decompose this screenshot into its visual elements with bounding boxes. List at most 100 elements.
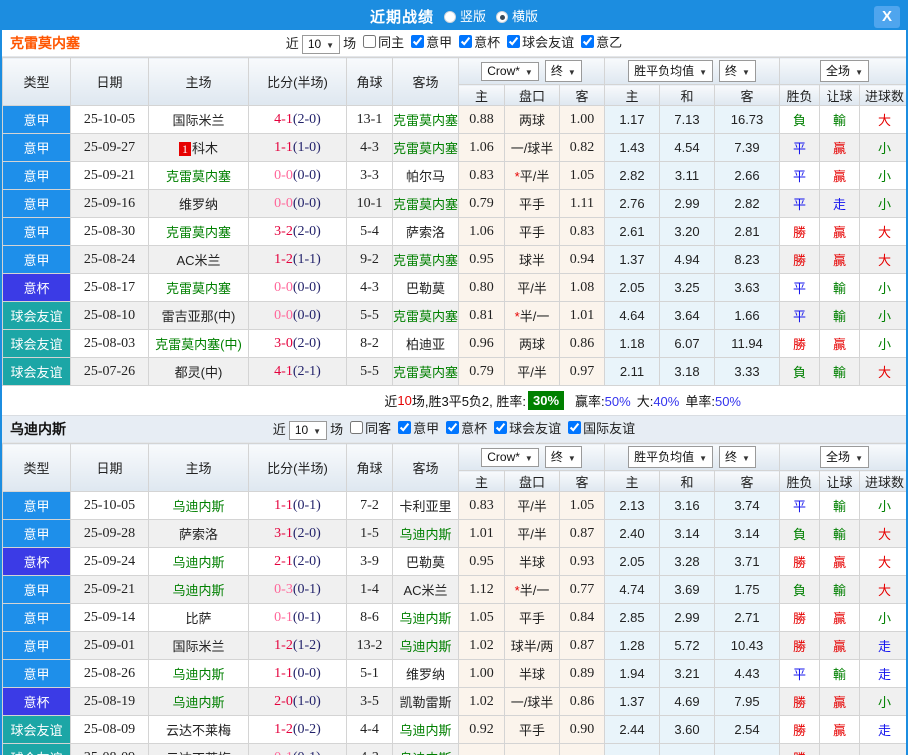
- odds-final-select[interactable]: 终 ▼: [544, 60, 582, 82]
- halftime-score: (2-1): [292, 363, 321, 379]
- handicap-result-cell: 贏: [819, 161, 861, 190]
- handicap-cell: 一/球半: [504, 133, 560, 162]
- away-team-cell-name: 凯勒雷斯: [399, 695, 452, 710]
- league-filter-3-checkbox[interactable]: [581, 35, 595, 48]
- away-team-cell-name: 维罗纳: [405, 667, 445, 682]
- mean-final-select[interactable]: 终 ▼: [719, 446, 756, 468]
- mean-final-select[interactable]: 终 ▼: [719, 60, 756, 82]
- sub-header-8: 进球数: [859, 84, 906, 106]
- handicap-result-cell: 贏: [819, 603, 861, 632]
- home-team-cell-name: 克雷莫内塞: [165, 281, 231, 296]
- summary-record: 场,胜3平5负2, 胜率:: [411, 394, 526, 409]
- result-cell: 負: [779, 357, 821, 386]
- league-filter-3-checkbox[interactable]: [568, 421, 582, 434]
- league-type-badge: 意杯: [2, 547, 71, 576]
- league-filter-1-checkbox[interactable]: [459, 35, 473, 48]
- goals-result-cell-value: 走: [878, 667, 892, 682]
- odds-home-cell: 0.81: [458, 301, 505, 330]
- table-row: 意杯 25-08-17 克雷莫内塞 0-0(0-0) 4-3 巴勒莫 0.80 平/半 1.08…: [2, 273, 906, 302]
- mean-away-cell: 11.94: [713, 329, 781, 358]
- league-filter-2-checkbox[interactable]: [494, 421, 508, 434]
- result-cell-value: 平: [793, 141, 807, 156]
- table-row: 意甲 25-08-26 乌迪内斯 1-1(0-0) 5-1 维罗纳 1.00 半球 0.89 1.…: [2, 659, 906, 688]
- layout-radio-vertical[interactable]: [443, 11, 456, 23]
- odds-final-select[interactable]: 终 ▼: [544, 446, 582, 468]
- fulltime-score: 3-1: [274, 525, 293, 541]
- mean-away-cell: 7.39: [713, 133, 781, 162]
- odds-away-cell: 0.82: [559, 133, 605, 162]
- away-team-cell: 萨索洛: [392, 217, 459, 246]
- same-venue-filter[interactable]: 同客: [350, 418, 391, 437]
- odds-source-select[interactable]: Crow* ▼: [481, 62, 539, 81]
- home-team-cell-name: 都灵(中): [174, 365, 223, 380]
- match-count-select[interactable]: 10 ▼: [288, 421, 328, 440]
- league-filter-0-checkbox[interactable]: [411, 35, 425, 48]
- home-team-cell: 比萨: [148, 603, 249, 632]
- mean-draw-cell: [659, 743, 715, 755]
- handicap-cell: [504, 743, 560, 755]
- close-icon[interactable]: X: [874, 6, 900, 28]
- halftime-score: (0-0): [292, 307, 321, 323]
- odds-away-cell: 1.05: [559, 491, 605, 520]
- goals-result-cell: 小: [859, 687, 906, 716]
- away-team-cell: 柏迪亚: [392, 329, 459, 358]
- odds-home-cell: 0.95: [458, 245, 505, 274]
- league-type-badge: 意甲: [2, 105, 71, 134]
- goals-result-cell: 大: [859, 519, 906, 548]
- sub-header-1: 盘口: [504, 84, 560, 106]
- mean-draw-cell: 3.14: [659, 519, 715, 548]
- odds-home-cell: 1.02: [458, 631, 505, 660]
- league-filter-3[interactable]: 国际友谊: [568, 418, 635, 437]
- fullmatch-select[interactable]: 全场 ▼: [820, 446, 869, 468]
- match-count-select[interactable]: 10 ▼: [301, 35, 341, 54]
- league-filter-2[interactable]: 球会友谊: [494, 418, 561, 437]
- filter-row: 克雷莫内塞 近 10 ▼ 场 同主 意甲 意杯 球会友谊 意乙: [2, 30, 906, 57]
- same-venue-filter-checkbox[interactable]: [350, 421, 364, 434]
- rank-badge: 1: [178, 142, 191, 156]
- odds-source-select[interactable]: Crow* ▼: [481, 448, 539, 467]
- mean-draw-cell: 2.99: [659, 189, 715, 218]
- away-team-cell: 维罗纳: [392, 659, 459, 688]
- layout-radio-horizontal[interactable]: [496, 11, 508, 23]
- table-row: 意甲 25-09-16 维罗纳 0-0(0-0) 10-1 克雷莫内塞 0.79 平手 1.11…: [2, 189, 906, 218]
- sections-container: 克雷莫内塞近 10 ▼ 场同主 意甲 意杯 球会友谊 意乙 类型 日期 主场 比分(半场) 角球 客场 Cr…: [2, 30, 906, 755]
- league-filter-1-checkbox[interactable]: [446, 421, 460, 434]
- fullmatch-select[interactable]: 全场 ▼: [820, 60, 869, 82]
- date-cell: 25-09-27: [70, 133, 149, 162]
- mean-select[interactable]: 胜平负均值 ▼: [628, 446, 713, 468]
- league-filter-2-checkbox[interactable]: [507, 35, 521, 48]
- league-filter-2[interactable]: 球会友谊: [507, 32, 574, 51]
- same-venue-filter[interactable]: 同主: [363, 32, 404, 51]
- same-venue-filter-checkbox[interactable]: [363, 35, 377, 48]
- away-team-cell-name: 克雷莫内塞: [393, 309, 459, 324]
- league-filter-0[interactable]: 意甲: [411, 32, 452, 51]
- table-row: 球会友谊 25-08-10 雷吉亚那(中) 0-0(0-0) 5-5 克雷莫内塞 0.81 *…: [2, 301, 906, 330]
- league-filter-0[interactable]: 意甲: [398, 418, 439, 437]
- sub-header-6: 胜负: [779, 470, 821, 492]
- away-team-cell-name: 乌迪内斯: [399, 751, 451, 755]
- sub-header-2: 客: [559, 84, 605, 106]
- near-label: 近: [285, 36, 299, 51]
- mean-select[interactable]: 胜平负均值 ▼: [628, 60, 713, 82]
- odds-away-cell: [559, 743, 605, 755]
- odds-home-cell: 0.92: [458, 715, 505, 744]
- odds-away-cell: 0.97: [559, 357, 605, 386]
- header-row-groups: 类型 日期 主场 比分(半场) 角球 客场 Crow* ▼ 终 ▼ 胜平负均值 ▼ 终 ▼ 全场 ▼: [2, 443, 906, 492]
- sub-header-1: 盘口: [504, 470, 560, 492]
- league-filter-3[interactable]: 意乙: [581, 32, 622, 51]
- home-team-cell: 维罗纳: [148, 189, 249, 218]
- league-filter-1[interactable]: 意杯: [446, 418, 487, 437]
- odds-away-cell: 1.05: [559, 161, 605, 190]
- handicap-result-cell: 輸: [819, 491, 861, 520]
- handicap-result-cell-value: 輸: [833, 667, 847, 682]
- away-team-cell-name: AC米兰: [403, 583, 448, 598]
- league-filter-1[interactable]: 意杯: [459, 32, 500, 51]
- halftime-score: (2-0): [292, 335, 321, 351]
- away-team-cell: 巴勒莫: [392, 547, 459, 576]
- layout-radio-label: 横版: [512, 9, 539, 24]
- date-cell: 25-09-14: [70, 603, 149, 632]
- date-cell: 25-09-01: [70, 631, 149, 660]
- goals-result-cell: 小: [859, 133, 906, 162]
- league-filter-0-checkbox[interactable]: [398, 421, 412, 434]
- score-cell: 3-0(2-0): [248, 329, 347, 358]
